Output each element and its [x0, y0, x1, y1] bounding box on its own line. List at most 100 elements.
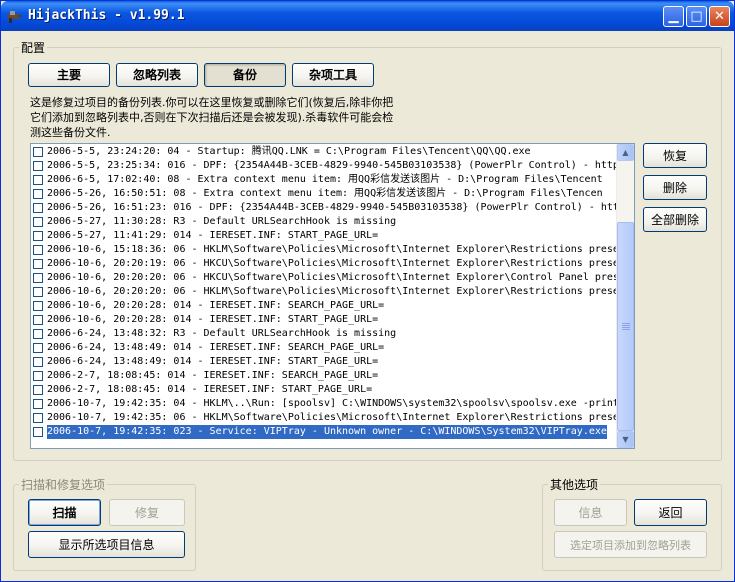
list-item[interactable]: 2006-10-6, 20:20:28: 014 - IERESET.INF: …: [31, 299, 617, 313]
list-item[interactable]: 2006-10-6, 20:20:28: 014 - IERESET.INF: …: [31, 313, 617, 327]
chevron-up-icon: ▲: [622, 148, 629, 157]
item-text: 2006-5-26, 16:50:51: 08 - Extra context …: [47, 188, 603, 199]
item-checkbox[interactable]: [33, 343, 43, 353]
item-text: 2006-2-7, 18:08:45: 014 - IERESET.INF: S…: [47, 384, 373, 395]
item-checkbox[interactable]: [33, 273, 43, 283]
fix-button[interactable]: 修复: [109, 499, 185, 526]
config-legend: 配置: [21, 41, 46, 55]
item-checkbox[interactable]: [33, 399, 43, 409]
add-to-ignore-button[interactable]: 选定项目添加到忽略列表: [554, 531, 707, 558]
item-checkbox[interactable]: [33, 189, 43, 199]
item-text: 2006-6-24, 13:48:32: R3 - Default URLSea…: [47, 328, 397, 339]
list-item[interactable]: 2006-5-5, 23:25:34: 016 - DPF: {2354A44B…: [31, 159, 617, 173]
list-item[interactable]: 2006-2-7, 18:08:45: 014 - IERESET.INF: S…: [31, 369, 617, 383]
list-item[interactable]: 2006-6-24, 13:48:49: 014 - IERESET.INF: …: [31, 355, 617, 369]
item-checkbox[interactable]: [33, 259, 43, 269]
item-checkbox[interactable]: [33, 413, 43, 423]
item-text: 2006-10-7, 19:42:35: 04 - HKLM\..\Run: […: [47, 398, 617, 409]
hijackthis-window: HijackThis - v1.99.1 ▁ □ ✕ 配置 主要 忽略列表 备份…: [0, 0, 735, 582]
item-text: 2006-2-7, 18:08:45: 014 - IERESET.INF: S…: [47, 370, 379, 381]
chevron-down-icon: ▼: [622, 435, 629, 444]
tab-main[interactable]: 主要: [28, 63, 110, 87]
list-item[interactable]: 2006-10-7, 19:42:35: 04 - HKLM\..\Run: […: [31, 397, 617, 411]
item-text: 2006-6-24, 13:48:49: 014 - IERESET.INF: …: [47, 342, 385, 353]
scroll-up-button[interactable]: ▲: [617, 144, 634, 161]
list-item[interactable]: 2006-5-27, 11:41:29: 014 - IERESET.INF: …: [31, 229, 617, 243]
list-item[interactable]: 2006-5-26, 16:50:51: 08 - Extra context …: [31, 187, 617, 201]
item-text: 2006-10-7, 19:42:35: 023 - Service: VIPT…: [46, 425, 608, 439]
scroll-thumb[interactable]: [617, 222, 634, 431]
list-item[interactable]: 2006-10-6, 15:18:36: 06 - HKLM\Software\…: [31, 243, 617, 257]
list-item[interactable]: 2006-6-24, 13:48:32: R3 - Default URLSea…: [31, 327, 617, 341]
item-checkbox[interactable]: [33, 301, 43, 311]
scan-button[interactable]: 扫描: [28, 499, 101, 526]
backup-description: 这是修复过项目的备份列表.你可以在这里恢复或删除它们(恢复后,除非你把它们添加到…: [30, 96, 394, 139]
list-item[interactable]: 2006-10-6, 20:20:19: 06 - HKCU\Software\…: [31, 257, 617, 271]
other-options-legend: 其他选项: [550, 478, 599, 492]
item-text: 2006-10-7, 19:42:35: 06 - HKLM\Software\…: [47, 412, 617, 423]
list-item[interactable]: 2006-6-5, 17:02:40: 08 - Extra context m…: [31, 173, 617, 187]
minimize-button[interactable]: ▁: [663, 6, 684, 27]
item-checkbox[interactable]: [33, 147, 43, 157]
item-checkbox[interactable]: [33, 357, 43, 367]
back-button[interactable]: 返回: [634, 499, 707, 526]
item-checkbox[interactable]: [33, 315, 43, 325]
close-button[interactable]: ✕: [709, 6, 730, 27]
item-text: 2006-5-5, 23:25:34: 016 - DPF: {2354A44B…: [47, 160, 617, 171]
item-text: 2006-5-5, 23:24:20: 04 - Startup: 腾讯QQ.L…: [47, 146, 531, 157]
scroll-down-button[interactable]: ▼: [617, 431, 634, 448]
item-text: 2006-10-6, 20:20:28: 014 - IERESET.INF: …: [47, 300, 385, 311]
tab-ignore-list[interactable]: 忽略列表: [116, 63, 198, 87]
minimize-icon: ▁: [668, 9, 679, 24]
tab-backup[interactable]: 备份: [204, 63, 286, 87]
list-item[interactable]: 2006-10-6, 20:20:20: 06 - HKLM\Software\…: [31, 285, 617, 299]
scan-fix-legend: 扫描和修复选项: [21, 478, 106, 492]
item-checkbox[interactable]: [33, 203, 43, 213]
title-bar[interactable]: HijackThis - v1.99.1 ▁ □ ✕: [1, 1, 734, 31]
item-text: 2006-6-24, 13:48:49: 014 - IERESET.INF: …: [47, 356, 379, 367]
item-checkbox[interactable]: [33, 287, 43, 297]
maximize-icon: □: [690, 9, 703, 24]
item-checkbox[interactable]: [33, 217, 43, 227]
list-item[interactable]: 2006-5-26, 16:51:23: 016 - DPF: {2354A44…: [31, 201, 617, 215]
item-text: 2006-10-6, 15:18:36: 06 - HKLM\Software\…: [47, 244, 617, 255]
item-text: 2006-10-6, 20:20:28: 014 - IERESET.INF: …: [47, 314, 379, 325]
item-text: 2006-10-6, 20:20:19: 06 - HKCU\Software\…: [47, 258, 617, 269]
backup-listbox[interactable]: 2006-5-5, 23:24:20: 04 - Startup: 腾讯QQ.L…: [30, 143, 635, 449]
item-text: 2006-6-5, 17:02:40: 08 - Extra context m…: [47, 174, 603, 185]
item-checkbox[interactable]: [33, 175, 43, 185]
list-item[interactable]: 2006-10-7, 19:42:35: 023 - Service: VIPT…: [31, 425, 617, 439]
hijackthis-icon: [7, 8, 23, 24]
list-scrollbar[interactable]: ▲ ▼: [616, 144, 634, 448]
delete-button[interactable]: 删除: [643, 175, 707, 200]
item-checkbox[interactable]: [33, 385, 43, 395]
item-text: 2006-5-26, 16:51:23: 016 - DPF: {2354A44…: [47, 202, 617, 213]
list-item[interactable]: 2006-6-24, 13:48:49: 014 - IERESET.INF: …: [31, 341, 617, 355]
maximize-button[interactable]: □: [686, 6, 707, 27]
item-checkbox[interactable]: [33, 231, 43, 241]
item-checkbox[interactable]: [33, 161, 43, 171]
grip-line: [622, 323, 630, 324]
delete-all-button[interactable]: 全部删除: [643, 207, 707, 232]
list-item[interactable]: 2006-10-6, 20:20:20: 06 - HKCU\Software\…: [31, 271, 617, 285]
item-checkbox[interactable]: [33, 245, 43, 255]
item-text: 2006-10-6, 20:20:20: 06 - HKCU\Software\…: [47, 272, 617, 283]
item-text: 2006-5-27, 11:30:28: R3 - Default URLSea…: [47, 216, 397, 227]
close-icon: ✕: [714, 9, 725, 24]
tab-misc-tools[interactable]: 杂项工具: [292, 63, 374, 87]
list-item[interactable]: 2006-2-7, 18:08:45: 014 - IERESET.INF: S…: [31, 383, 617, 397]
grip-line: [622, 329, 630, 330]
grip-line: [622, 327, 630, 328]
show-info-button[interactable]: 显示所选项目信息: [28, 531, 185, 558]
restore-button[interactable]: 恢复: [643, 143, 707, 168]
info-button[interactable]: 信息: [554, 499, 627, 526]
item-checkbox[interactable]: [33, 371, 43, 381]
item-text: 2006-10-6, 20:20:20: 06 - HKLM\Software\…: [47, 286, 617, 297]
item-checkbox[interactable]: [33, 427, 43, 437]
item-text: 2006-5-27, 11:41:29: 014 - IERESET.INF: …: [47, 230, 379, 241]
item-checkbox[interactable]: [33, 329, 43, 339]
window-title: HijackThis - v1.99.1: [28, 8, 185, 23]
list-item[interactable]: 2006-10-7, 19:42:35: 06 - HKLM\Software\…: [31, 411, 617, 425]
list-item[interactable]: 2006-5-5, 23:24:20: 04 - Startup: 腾讯QQ.L…: [31, 145, 617, 159]
list-item[interactable]: 2006-5-27, 11:30:28: R3 - Default URLSea…: [31, 215, 617, 229]
